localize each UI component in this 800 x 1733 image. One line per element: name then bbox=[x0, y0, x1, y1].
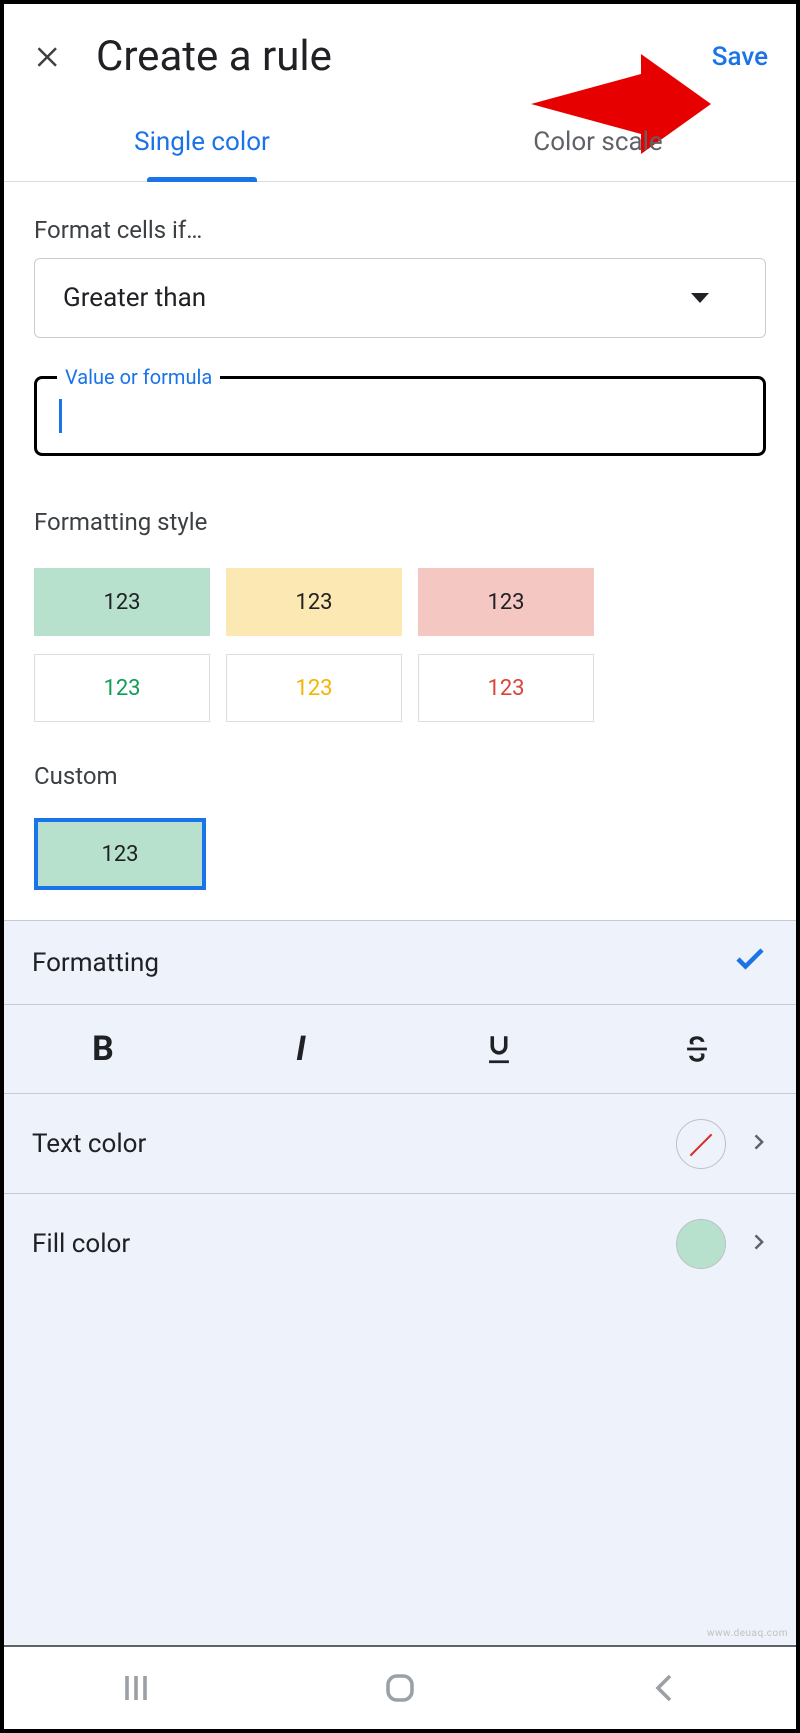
custom-label: Custom bbox=[4, 722, 796, 804]
underline-button[interactable] bbox=[400, 1005, 598, 1093]
value-input-label: Value or formula bbox=[57, 365, 220, 389]
format-cells-label: Format cells if… bbox=[4, 182, 796, 258]
nav-recents-icon[interactable] bbox=[106, 1658, 166, 1718]
formatting-panel-title: Formatting bbox=[32, 948, 159, 978]
preset-yellow-text[interactable]: 123 bbox=[226, 654, 402, 722]
strikethrough-button[interactable] bbox=[598, 1005, 796, 1093]
preset-green-fill[interactable]: 123 bbox=[34, 568, 210, 636]
text-color-row[interactable]: Text color bbox=[4, 1094, 796, 1194]
tab-single-color[interactable]: Single color bbox=[4, 101, 400, 181]
formatting-panel: Formatting B I Text color bbox=[4, 920, 796, 1294]
formatting-panel-header: Formatting bbox=[4, 921, 796, 1005]
panel-spacer bbox=[4, 1294, 796, 1645]
fill-color-row[interactable]: Fill color bbox=[4, 1194, 796, 1294]
close-icon[interactable] bbox=[32, 40, 66, 74]
text-color-label: Text color bbox=[32, 1129, 146, 1159]
preset-red-text[interactable]: 123 bbox=[418, 654, 594, 722]
preset-custom[interactable]: 123 bbox=[34, 818, 206, 890]
preset-green-text[interactable]: 123 bbox=[34, 654, 210, 722]
check-icon[interactable] bbox=[732, 941, 768, 984]
tab-color-scale[interactable]: Color scale bbox=[400, 101, 796, 181]
tab-bar: Single color Color scale bbox=[4, 101, 796, 182]
preset-yellow-fill[interactable]: 123 bbox=[226, 568, 402, 636]
italic-button[interactable]: I bbox=[202, 1005, 400, 1093]
fill-color-label: Fill color bbox=[32, 1229, 130, 1259]
watermark: www.deuaq.com bbox=[707, 1628, 788, 1639]
formatting-style-label: Formatting style bbox=[4, 456, 796, 550]
page-title: Create a rule bbox=[96, 32, 712, 81]
condition-select-value: Greater than bbox=[63, 283, 206, 313]
nav-home-icon[interactable] bbox=[370, 1658, 430, 1718]
android-nav-bar bbox=[4, 1645, 796, 1729]
save-button[interactable]: Save bbox=[712, 42, 768, 72]
style-presets: 123 123 123 123 123 123 bbox=[4, 550, 796, 722]
fill-color-swatch bbox=[676, 1219, 726, 1269]
bold-button[interactable]: B bbox=[4, 1005, 202, 1093]
chevron-right-icon bbox=[748, 1129, 768, 1159]
text-style-toolbar: B I bbox=[4, 1005, 796, 1094]
nav-back-icon[interactable] bbox=[634, 1658, 694, 1718]
value-input[interactable]: Value or formula bbox=[34, 376, 766, 456]
chevron-right-icon bbox=[748, 1229, 768, 1259]
condition-select[interactable]: Greater than bbox=[34, 258, 766, 338]
preset-red-fill[interactable]: 123 bbox=[418, 568, 594, 636]
text-color-swatch bbox=[676, 1119, 726, 1169]
chevron-down-icon bbox=[691, 293, 709, 303]
text-cursor bbox=[59, 399, 62, 433]
